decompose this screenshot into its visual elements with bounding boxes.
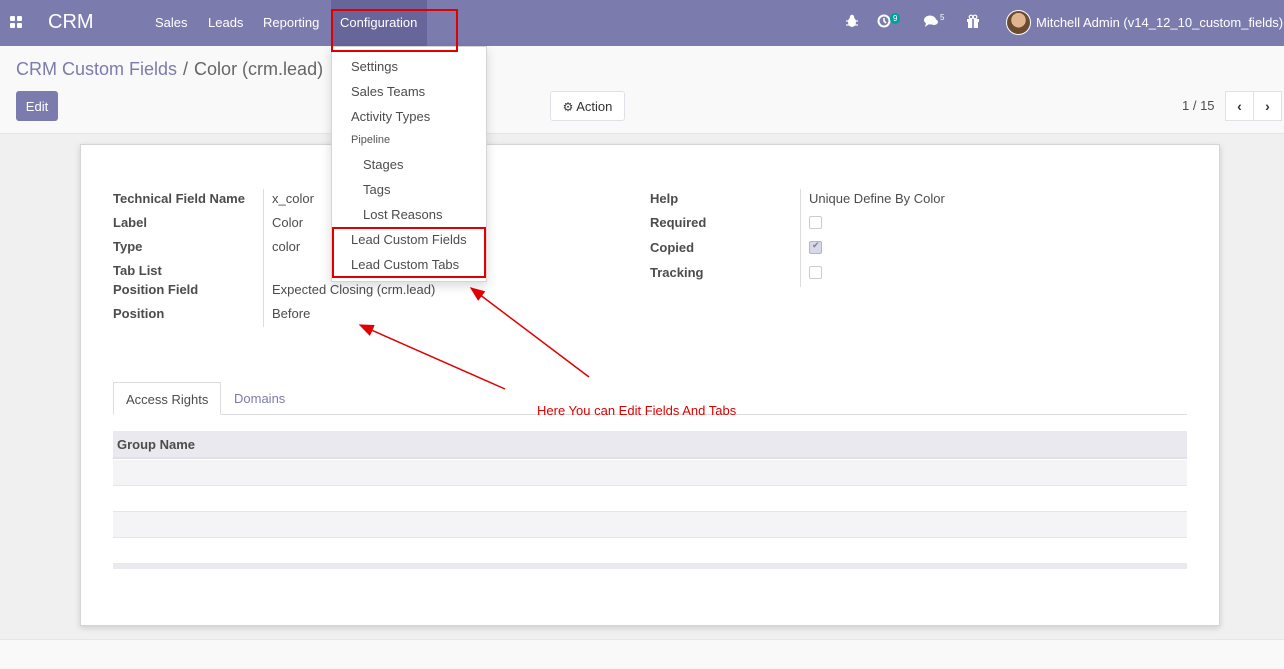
value-technical-field-name: x_color	[272, 191, 314, 206]
user-avatar[interactable]	[1006, 10, 1031, 35]
activity-clock-icon[interactable]	[877, 14, 891, 31]
user-menu[interactable]: Mitchell Admin (v14_12_10_custom_fields)	[1036, 15, 1283, 30]
app-brand[interactable]: CRM	[48, 11, 94, 34]
configuration-dropdown: Settings Sales Teams Activity Types Pipe…	[331, 46, 487, 282]
dropdown-item-stages[interactable]: Stages	[363, 157, 403, 172]
table-header: Group Name	[113, 431, 1187, 459]
chevron-left-icon: ‹	[1237, 98, 1242, 114]
label-required: Required	[650, 215, 707, 230]
tracking-checkbox[interactable]	[809, 266, 822, 279]
tab-access-rights[interactable]: Access Rights	[113, 382, 221, 415]
menu-reporting[interactable]: Reporting	[263, 15, 319, 30]
action-label: Action	[576, 98, 613, 114]
label-copied: Copied	[650, 240, 695, 255]
menu-leads[interactable]: Leads	[208, 15, 243, 30]
label-type: Type	[113, 239, 143, 254]
tab-domains[interactable]: Domains	[234, 391, 285, 406]
breadcrumb: CRM Custom Fields / Color (crm.lead)	[16, 59, 323, 80]
label-tab-list: Tab List	[113, 263, 162, 278]
menu-configuration[interactable]: Configuration	[331, 0, 427, 46]
value-type: color	[272, 239, 301, 254]
menu-configuration-label: Configuration	[340, 15, 418, 30]
chevron-right-icon: ›	[1265, 98, 1270, 114]
page-bottom	[0, 639, 1284, 669]
breadcrumb-separator: /	[183, 59, 189, 79]
table-row[interactable]	[113, 512, 1187, 538]
action-button[interactable]: ⚙ Action	[550, 91, 625, 121]
left-group-separator	[263, 189, 264, 327]
message-count-badge: 5	[940, 13, 945, 22]
gear-icon: ⚙	[562, 99, 574, 114]
label-position: Position	[113, 306, 165, 321]
breadcrumb-current: Color (crm.lead)	[194, 59, 324, 79]
dropdown-section-pipeline: Pipeline	[351, 134, 391, 146]
menu-sales[interactable]: Sales	[155, 15, 188, 30]
pager-value[interactable]: 1 / 15	[1182, 98, 1215, 113]
table-row[interactable]	[113, 460, 1187, 486]
label-label: Label	[113, 215, 147, 230]
pager-next-button[interactable]: ›	[1253, 91, 1282, 121]
breadcrumb-parent[interactable]: CRM Custom Fields	[16, 59, 177, 79]
pager-previous-button[interactable]: ‹	[1225, 91, 1254, 121]
column-group-name[interactable]: Group Name	[117, 437, 195, 452]
label-help: Help	[650, 191, 679, 206]
label-position-field: Position Field	[113, 282, 199, 297]
dropdown-item-sales-teams[interactable]: Sales Teams	[351, 84, 425, 99]
table-row[interactable]	[113, 486, 1187, 512]
table-row[interactable]	[113, 538, 1187, 564]
activity-count-badge: 9	[890, 13, 901, 24]
value-label: Color	[272, 215, 304, 230]
gift-icon[interactable]	[966, 14, 980, 31]
apps-grid-icon[interactable]	[10, 16, 23, 29]
label-tracking: Tracking	[650, 265, 704, 280]
dropdown-item-settings[interactable]: Settings	[351, 59, 398, 74]
right-group-separator	[800, 189, 801, 287]
value-help: Unique Define By Color	[809, 191, 945, 206]
dropdown-item-lead-custom-tabs[interactable]: Lead Custom Tabs	[351, 257, 459, 272]
required-checkbox[interactable]	[809, 216, 822, 229]
messages-icon[interactable]	[923, 14, 939, 31]
value-position-field: Expected Closing (crm.lead)	[272, 282, 436, 297]
bug-icon[interactable]	[845, 14, 859, 31]
edit-button[interactable]: Edit	[16, 91, 58, 121]
annotation-text: Here You can Edit Fields And Tabs	[537, 403, 737, 418]
dropdown-item-tags[interactable]: Tags	[363, 182, 390, 197]
top-navbar: CRM Sales Leads Reporting Configuration …	[0, 0, 1284, 46]
dropdown-item-activity-types[interactable]: Activity Types	[351, 109, 430, 124]
label-technical-field-name: Technical Field Name	[113, 191, 245, 206]
dropdown-item-lost-reasons[interactable]: Lost Reasons	[363, 207, 443, 222]
value-position: Before	[272, 306, 311, 321]
dropdown-item-lead-custom-fields[interactable]: Lead Custom Fields	[351, 232, 467, 247]
copied-checkbox[interactable]	[809, 240, 822, 254]
table-footer	[113, 563, 1187, 569]
